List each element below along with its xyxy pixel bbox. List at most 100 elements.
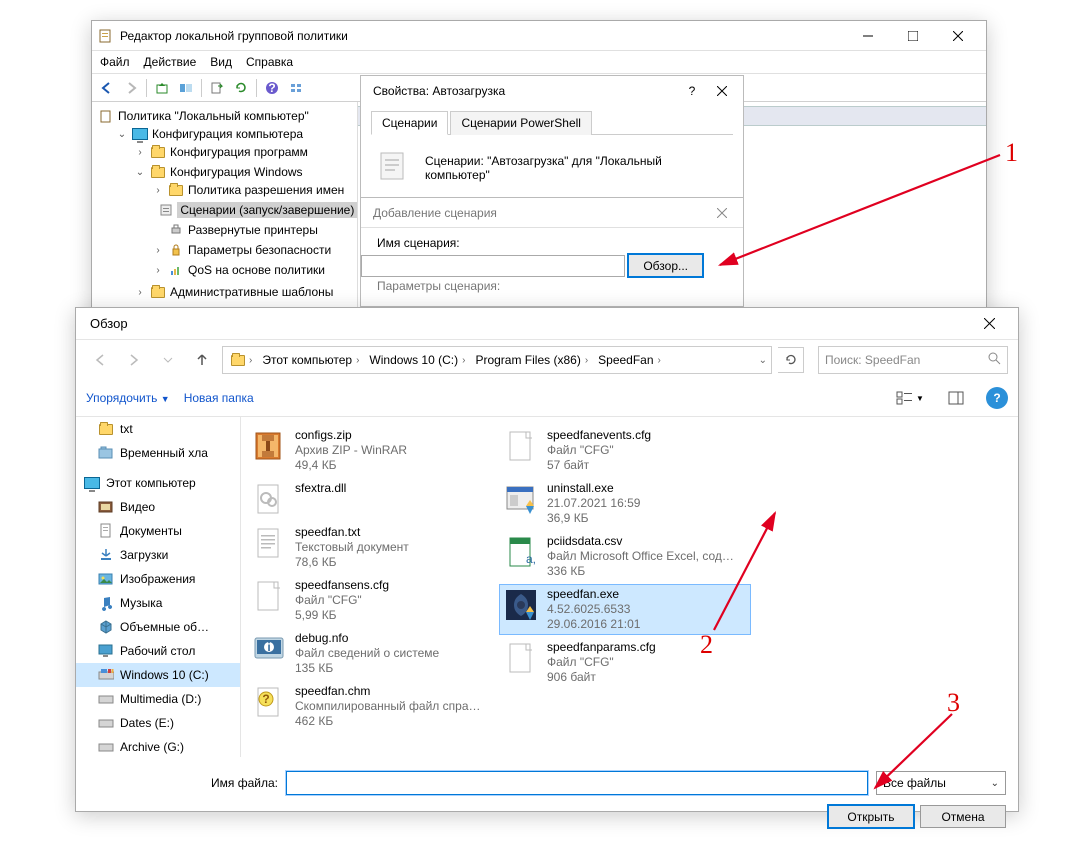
tree-win[interactable]: Конфигурация Windows [170,165,303,179]
menu-help[interactable]: Справка [246,55,293,69]
nav-up-button[interactable] [188,346,216,374]
new-folder-button[interactable]: Новая папка [184,391,254,405]
view-options-button[interactable]: ▼ [894,386,926,410]
navitem-documents[interactable]: Документы [76,519,240,543]
navitem-temp[interactable]: Временный хла [76,441,240,465]
navitem-video[interactable]: Видео [76,495,240,519]
props-close-button[interactable] [707,77,737,106]
file-item[interactable]: speedfan.txtТекстовый документ78,6 КБ [247,522,499,573]
folder-icon [231,355,245,366]
navitem-ddrive[interactable]: Multimedia (D:) [76,687,240,711]
file-meta: 5,99 КБ [295,608,389,623]
open-button[interactable]: Открыть [828,805,914,828]
gpedit-titlebar[interactable]: Редактор локальной групповой политики [92,21,986,51]
tree-security[interactable]: Параметры безопасности [188,243,331,257]
navitem-gdrive[interactable]: Archive (G:) [76,735,240,757]
tree-scripts[interactable]: Сценарии (запуск/завершение) [177,202,357,218]
addscript-close-button[interactable] [707,198,737,227]
tree-nameres[interactable]: Политика разрешения имен [188,183,344,197]
menu-action[interactable]: Действие [144,55,197,69]
search-icon [988,352,1001,368]
filter-icon[interactable] [285,77,307,99]
props-titlebar[interactable]: Свойства: Автозагрузка ? [361,76,743,106]
nav-forward-button[interactable] [120,346,148,374]
crumb-pfx86[interactable]: Program Files (x86) [475,353,580,367]
file-item[interactable]: sfextra.dll [247,478,499,520]
tree-qos[interactable]: QoS на основе политики [188,263,325,277]
nav-back-button[interactable] [86,346,114,374]
preview-pane-button[interactable] [940,386,972,410]
maximize-button[interactable] [890,21,935,50]
navitem-music[interactable]: Музыка [76,591,240,615]
file-item[interactable]: speedfansens.cfgФайл "CFG"5,99 КБ [247,575,499,626]
navitem-pictures[interactable]: Изображения [76,567,240,591]
file-open-dialog: Обзор › Этот компьютер› Windows 10 (C:)›… [75,307,1019,812]
file-item[interactable]: speedfanparams.cfgФайл "CFG"906 байт [499,637,751,688]
help-icon[interactable]: ? [261,77,283,99]
browse-close-button[interactable] [967,309,1012,338]
file-item[interactable]: speedfanevents.cfgФайл "CFG"57 байт [499,425,751,476]
file-item[interactable]: a,pciidsdata.csvФайл Microsoft Office Ex… [499,531,751,582]
navitem-edrive[interactable]: Dates (E:) [76,711,240,735]
file-name: speedfansens.cfg [295,578,389,593]
navitem-cdrive[interactable]: Windows 10 (C:) [76,663,240,687]
refresh-icon[interactable] [230,77,252,99]
file-list[interactable]: configs.zipАрхив ZIP - WinRAR49,4 КБsfex… [241,417,1018,757]
navitem-3d-objects[interactable]: Объемные об… [76,615,240,639]
pictures-icon [98,571,114,587]
crumb-history-dropdown[interactable]: ⌄ [759,355,767,366]
refresh-button[interactable] [778,347,804,373]
expand-icon[interactable]: › [134,147,146,158]
collapse-icon[interactable]: ⌄ [134,167,146,178]
cancel-button[interactable]: Отмена [920,805,1006,828]
browse-button[interactable]: Обзор... [628,254,703,277]
nav-pane[interactable]: txt Временный хла Этот компьютер Видео Д… [76,417,241,757]
back-icon[interactable] [96,77,118,99]
tab-scripts[interactable]: Сценарии [371,111,448,135]
forward-icon[interactable] [120,77,142,99]
tree-root[interactable]: Политика "Локальный компьютер" [118,109,309,123]
collapse-icon[interactable]: ⌄ [116,129,128,140]
crumb-speedfan[interactable]: SpeedFan [598,353,653,367]
close-button[interactable] [935,21,980,50]
file-item[interactable]: idebug.nfoФайл сведений о системе135 КБ [247,628,499,679]
navitem-desktop[interactable]: Рабочий стол [76,639,240,663]
up-icon[interactable] [151,77,173,99]
export-icon[interactable] [206,77,228,99]
file-meta: Файл Microsoft Office Excel, сод… [547,549,734,564]
tree-admin[interactable]: Административные шаблоны [170,285,333,299]
crumb-this-pc[interactable]: Этот компьютер [262,353,352,367]
organize-menu[interactable]: Упорядочить ▼ [86,391,170,405]
filename-input[interactable] [286,771,868,795]
expand-icon[interactable]: › [134,287,146,298]
minimize-button[interactable] [845,21,890,50]
tree-comp[interactable]: Конфигурация компьютера [152,127,303,141]
tree-printers[interactable]: Развернутые принтеры [188,223,318,237]
navitem-txt[interactable]: txt [76,417,240,441]
tab-powershell[interactable]: Сценарии PowerShell [450,111,592,135]
menu-view[interactable]: Вид [210,55,232,69]
file-item[interactable]: uninstall.exe21.07.2021 16:5936,9 КБ [499,478,751,529]
crumb-cdrive[interactable]: Windows 10 (C:) [369,353,458,367]
show-tree-icon[interactable] [175,77,197,99]
search-input[interactable]: Поиск: SpeedFan [818,346,1008,374]
policy-tree[interactable]: Политика "Локальный компьютер" ⌄ Конфигур… [92,102,358,342]
file-item[interactable]: configs.zipАрхив ZIP - WinRAR49,4 КБ [247,425,499,476]
help-button[interactable]: ? [986,387,1008,409]
file-type-filter[interactable]: Все файлы⌄ [876,771,1006,795]
nav-recent-button[interactable] [154,346,182,374]
tree-progs[interactable]: Конфигурация программ [170,145,308,159]
expand-icon[interactable]: › [152,265,164,276]
expand-icon[interactable]: › [152,185,164,196]
navitem-this-pc[interactable]: Этот компьютер [76,471,240,495]
file-item[interactable]: speedfan.exe4.52.6025.653329.06.2016 21:… [499,584,751,635]
script-name-input[interactable] [361,255,625,277]
breadcrumb[interactable]: › Этот компьютер› Windows 10 (C:)› Progr… [222,346,772,374]
file-name: speedfanparams.cfg [547,640,656,655]
file-item[interactable]: ?speedfan.chmСкомпилированный файл спра…… [247,681,499,732]
expand-icon[interactable]: › [152,245,164,256]
props-help-button[interactable]: ? [677,77,707,106]
scripts-large-icon [377,149,411,186]
navitem-downloads[interactable]: Загрузки [76,543,240,567]
menu-file[interactable]: Файл [100,55,130,69]
